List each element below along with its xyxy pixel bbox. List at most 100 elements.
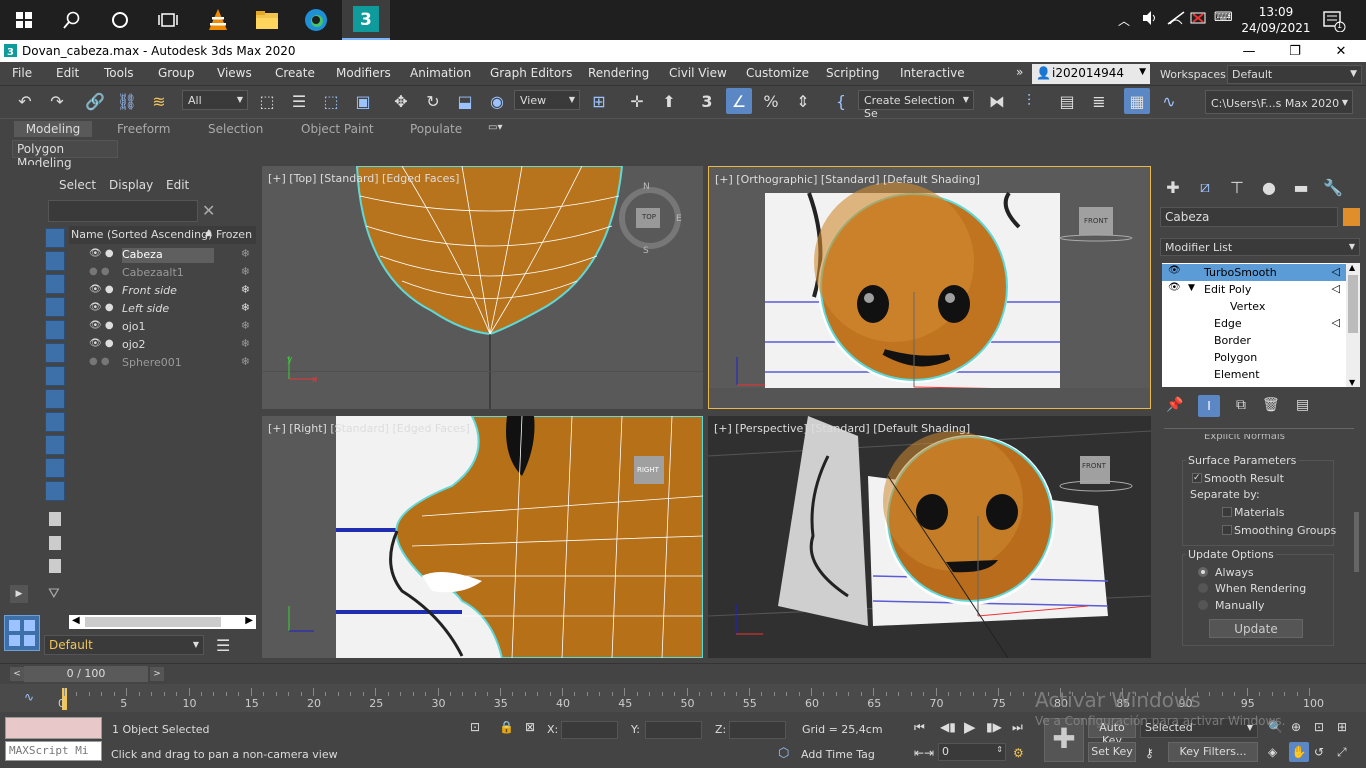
menu-overflow-icon[interactable]: »	[1016, 65, 1023, 79]
eye-icon[interactable]: 👁	[1168, 282, 1181, 293]
tab-modeling[interactable]: Modeling	[14, 121, 92, 137]
stack-subitem-vertex[interactable]: Vertex	[1162, 298, 1346, 315]
viewport-top[interactable]: y x TOP N E S [+] [Top] [Standard] [Edge…	[262, 166, 703, 409]
rectangular-selection-icon[interactable]: ⬚	[318, 88, 344, 114]
set-key-button[interactable]: Set Key	[1088, 742, 1136, 762]
display-hidden-icon[interactable]	[45, 481, 65, 501]
time-slider-next-icon[interactable]: >	[150, 667, 164, 681]
menu-customize[interactable]: Customize	[746, 66, 809, 80]
freeze-icon[interactable]: ❄	[241, 355, 250, 368]
close-button[interactable]: ✕	[1318, 40, 1364, 62]
add-time-tag-button[interactable]: Add Time Tag	[801, 748, 875, 761]
selection-lock-icon[interactable]: 🔒	[499, 720, 514, 734]
unlink-icon[interactable]: ⛓	[114, 88, 140, 114]
viewport-right[interactable]: RIGHT [+] [Right] [Standard] [Edged Face…	[262, 416, 703, 658]
eye-icon[interactable]: 👁 ●	[89, 320, 114, 331]
menu-modifiers[interactable]: Modifiers	[336, 66, 391, 80]
spinner-snap-icon[interactable]: ⇕	[790, 88, 816, 114]
object-color-swatch[interactable]	[1343, 208, 1360, 226]
list-item[interactable]: 👁 ● ojo1 ❄	[69, 318, 256, 336]
field-of-view-icon[interactable]: ◈	[1268, 745, 1277, 759]
stack-subitem-border[interactable]: Border	[1162, 332, 1346, 349]
go-to-start-icon[interactable]: ⏮	[914, 720, 925, 735]
scroll-up-icon[interactable]: ▲	[1349, 263, 1355, 272]
menu-file[interactable]: File	[12, 66, 32, 80]
battery-alert-icon[interactable]	[1190, 10, 1208, 29]
previous-frame-icon[interactable]: ◀▮	[940, 720, 956, 734]
manually-radio[interactable]	[1198, 600, 1208, 610]
motion-tab-icon[interactable]: ●	[1256, 174, 1282, 200]
when-rendering-radio[interactable]	[1198, 583, 1208, 593]
scroll-down-icon[interactable]: ▼	[1349, 378, 1355, 387]
stack-item-edit-poly[interactable]: 👁 ▼ Edit Poly ◁	[1162, 281, 1346, 298]
network-icon[interactable]	[1167, 10, 1185, 29]
current-frame-field[interactable]: 0 ⇕	[938, 743, 1006, 761]
viewport-perspective[interactable]: FRONT [+] [Perspective] [Standard] [Defa…	[708, 416, 1151, 658]
orbit-icon[interactable]: ↺	[1314, 745, 1324, 759]
viewport-label-right[interactable]: [+] [Right] [Standard] [Edged Faces]	[268, 422, 470, 435]
explorer-menu-select[interactable]: Select	[59, 178, 96, 192]
materials-checkbox[interactable]	[1222, 507, 1232, 517]
undo-icon[interactable]: ↶	[12, 88, 38, 114]
go-to-end-icon[interactable]: ⏭	[1012, 720, 1023, 735]
stack-scrollbar[interactable]: ▲ ▼	[1346, 263, 1360, 387]
reference-coordinate-dropdown[interactable]: View ▼	[514, 90, 580, 110]
toggle-scene-explorer-icon[interactable]: ▤	[1054, 88, 1080, 114]
maximize-viewport-icon[interactable]: ⤢	[1337, 745, 1347, 760]
smoothing-groups-checkbox[interactable]	[1222, 525, 1232, 535]
expand-arrow-icon[interactable]: ▶	[10, 585, 28, 603]
link-icon[interactable]: 🔗	[82, 88, 108, 114]
bind-space-warp-icon[interactable]: ≋	[146, 88, 172, 114]
time-tag-icon[interactable]: ⬡	[778, 746, 789, 761]
remove-modifier-icon[interactable]: 🗑	[1262, 397, 1280, 413]
display-none-toggle-icon[interactable]	[49, 536, 61, 550]
menu-scripting[interactable]: Scripting	[826, 66, 879, 80]
display-spacewarps-icon[interactable]	[45, 343, 65, 363]
display-frozen-icon[interactable]	[45, 458, 65, 478]
menu-create[interactable]: Create	[275, 66, 315, 80]
select-object-icon[interactable]: ⬚	[254, 88, 280, 114]
make-unique-icon[interactable]: ⧉	[1236, 397, 1246, 413]
explorer-search-input[interactable]	[48, 200, 198, 222]
mirror-icon[interactable]: ⧓	[984, 88, 1010, 114]
viewcube-front-face[interactable]: FRONT	[1082, 462, 1106, 470]
stack-subitem-edge[interactable]: Edge ◁	[1162, 315, 1346, 332]
keyboard-shortcut-override-icon[interactable]: ⬆	[656, 88, 682, 114]
percent-snap-icon[interactable]: %	[758, 88, 784, 114]
layer-dropdown[interactable]: Default ▼	[44, 635, 204, 655]
viewcube-top-face[interactable]: TOP	[642, 213, 656, 221]
keyboard-icon[interactable]: ⌨	[1214, 10, 1233, 25]
search-icon[interactable]	[48, 0, 96, 40]
angle-snap-icon[interactable]: ∠	[726, 88, 752, 114]
scroll-left-icon[interactable]: ◀	[72, 615, 80, 626]
list-item[interactable]: 👁 ● Cabeza ❄	[69, 246, 256, 264]
z-coordinate-field[interactable]	[729, 721, 786, 739]
select-by-name-icon[interactable]: ☰	[286, 88, 312, 114]
expand-icon[interactable]: ▼	[1188, 283, 1195, 293]
list-item[interactable]: 👁 ● Left side ❄	[69, 300, 256, 318]
pan-view-icon[interactable]: ✋	[1289, 742, 1309, 762]
play-icon[interactable]: ▶	[964, 718, 976, 736]
create-tab-icon[interactable]: ✚	[1160, 174, 1186, 200]
display-lights-icon[interactable]	[45, 274, 65, 294]
configure-modifier-sets-icon[interactable]: ▤	[1296, 397, 1309, 413]
column-name-header[interactable]: Name (Sorted Ascending)	[71, 228, 212, 241]
scrollbar-thumb[interactable]	[85, 617, 221, 627]
menu-tools[interactable]: Tools	[104, 66, 134, 80]
modifier-list-dropdown[interactable]: Modifier List ▼	[1160, 238, 1360, 256]
eye-icon[interactable]: 👁 ●	[89, 338, 114, 349]
selection-filter-dropdown[interactable]: All ▼	[182, 90, 248, 110]
user-account-dropdown[interactable]: 👤 i202014944 ▼	[1032, 64, 1150, 84]
list-item[interactable]: 👁 ● ojo2 ❄	[69, 336, 256, 354]
pin-icon[interactable]: ◁	[1332, 282, 1340, 295]
list-item[interactable]: 👁 ● Front side ❄	[69, 282, 256, 300]
select-manipulate-icon[interactable]: ✛	[624, 88, 650, 114]
pin-icon[interactable]: ◁	[1332, 316, 1340, 329]
column-frozen-header[interactable]: Frozen	[216, 228, 252, 241]
clock[interactable]: 13:09 24/09/2021	[1236, 4, 1316, 36]
modify-tab-icon[interactable]: ⧄	[1192, 174, 1218, 200]
pin-icon[interactable]: ◁	[1332, 265, 1340, 278]
menu-interactive[interactable]: Interactive	[900, 66, 965, 80]
key-filters-button[interactable]: Key Filters...	[1168, 742, 1258, 762]
object-name-field[interactable]: Cabeza	[1160, 207, 1338, 227]
